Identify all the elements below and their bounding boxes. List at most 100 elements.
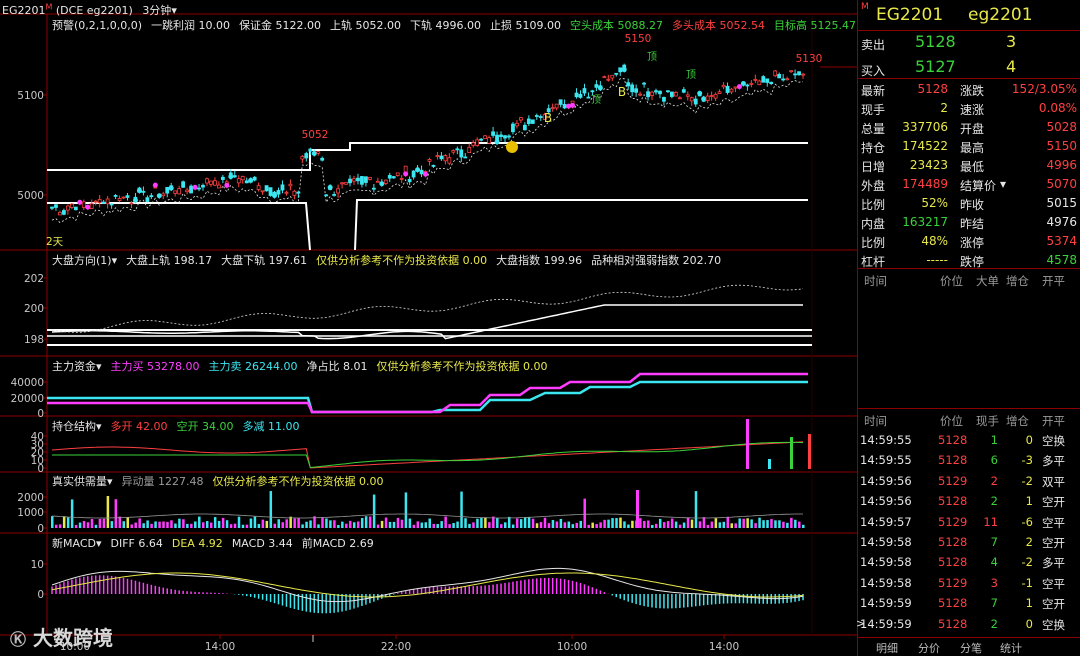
candle-body <box>391 176 396 179</box>
quote-value: 152/3.05% <box>1011 82 1077 96</box>
volume-bar <box>440 521 443 528</box>
candle-body <box>173 190 178 194</box>
volume-bar <box>261 519 265 528</box>
candle-body <box>399 177 404 180</box>
table-row[interactable]: 14:59:56 5129 2 -2 双平 <box>858 471 1080 491</box>
tick-cell: -6 <box>1021 514 1033 529</box>
candle-body <box>761 76 766 83</box>
quote-label: 总量 <box>861 122 886 136</box>
candle-body <box>781 78 786 81</box>
chart-canvas[interactable]: 5100500020220019840000200000403020100200… <box>0 0 857 656</box>
table-row[interactable]: 14:59:59 5128 2 0 空换 <box>858 614 1080 634</box>
table-row[interactable]: 14:59:56 5128 2 1 空开 <box>858 491 1080 511</box>
volume-bar <box>285 519 288 528</box>
volume-bar <box>603 519 606 528</box>
chart-area[interactable]: 5100 5000 202 200 198 40000 20000 0 40 30 20 10 0 200… <box>0 0 857 656</box>
panel3-label[interactable]: 主力资金 <box>52 360 96 373</box>
p2-y-tick: 198 <box>24 334 44 346</box>
volume-bar <box>241 524 245 528</box>
candle-body <box>356 177 360 182</box>
volume-bar <box>360 518 364 528</box>
main_panel-item: 上轨 5052.00 <box>330 19 402 32</box>
tick-cell: 0 <box>1025 616 1033 631</box>
tick-cell: 5128 <box>938 535 968 549</box>
tick-header: 现手 <box>976 414 999 428</box>
quote-label: 内盘 <box>861 217 886 231</box>
volume-bar <box>519 519 523 528</box>
tab-price[interactable]: 分价 <box>918 640 940 656</box>
tab-stats[interactable]: 统计 <box>1000 640 1022 656</box>
volume-bar <box>531 518 535 528</box>
quote-label: 持仓 <box>861 141 886 155</box>
sell-price[interactable]: 5128 <box>915 32 956 51</box>
volume-bar <box>372 494 376 528</box>
signal-dot <box>311 150 317 156</box>
main_panel-item: 止损 5109.00 <box>490 19 561 32</box>
volume-bar <box>62 516 66 528</box>
x-tick-label: 14:00 <box>709 641 739 653</box>
panel2-title: 大盘方向(1)▾ 大盘上轨 198.17 大盘下轨 197.61 仅供分析参考不作为投… <box>52 252 721 268</box>
table-row[interactable]: 14:59:58 5128 7 2 空开 <box>858 532 1080 552</box>
chevron-down-icon[interactable]: ▾ <box>96 537 102 550</box>
table-row[interactable]: 14:59:55 5128 6 -3 多平 <box>858 450 1080 470</box>
candle-body <box>201 184 205 188</box>
chevron-down-icon[interactable]: ▾ <box>112 254 118 267</box>
volume-bar <box>301 524 304 528</box>
signal-dot <box>697 90 703 96</box>
chevron-down-icon[interactable]: ▾ <box>107 475 113 488</box>
volume-bar <box>396 517 400 528</box>
candle-body <box>483 135 488 140</box>
candle-body <box>395 172 400 176</box>
candle-body <box>725 85 730 93</box>
volume-bar <box>507 516 511 528</box>
tab-detail[interactable]: 明细 <box>876 640 898 656</box>
p3-y-tick: 0 <box>37 408 44 420</box>
p5-y-tick: 1000 <box>17 507 44 519</box>
candle-body <box>308 148 313 152</box>
chevron-down-icon[interactable]: ▾ <box>171 4 177 17</box>
candle-body <box>451 150 456 153</box>
table-row[interactable]: 14:59:59 5128 7 1 空开 <box>858 593 1080 613</box>
main_panel-label[interactable]: 预警(0,2,1,0,0,0) <box>52 19 142 32</box>
volume-bar <box>400 519 404 528</box>
tick-cell: 14:59:56 <box>860 494 912 509</box>
volume-bar <box>647 520 650 528</box>
p5-y-tick: 0 <box>37 523 44 535</box>
candle-body <box>220 176 225 180</box>
candle-body <box>650 91 654 96</box>
chevron-down-icon[interactable]: ▾ <box>96 420 102 433</box>
volume-bar <box>734 523 737 528</box>
volume-bar <box>607 519 610 528</box>
volume-bar <box>555 521 559 528</box>
chevron-down-icon[interactable]: ▾ <box>96 360 102 373</box>
candle-body <box>646 91 650 98</box>
candle-body <box>407 178 412 183</box>
candle-body <box>507 135 511 138</box>
period-selector[interactable]: 3分钟 <box>142 4 171 17</box>
candle-body <box>801 73 805 76</box>
table-row[interactable]: 14:59:55 5128 1 0 空换 <box>858 430 1080 450</box>
long-open-bar <box>746 419 749 469</box>
chevron-down-icon[interactable]: ▾ <box>1000 177 1006 191</box>
smiley-icon <box>506 141 518 153</box>
table-row[interactable]: 14:59:58 5129 3 -1 空平 <box>858 573 1080 593</box>
panel2-label[interactable]: 大盘方向(1) <box>52 254 112 267</box>
tick-cell: 14:59:57 <box>860 514 912 529</box>
table-row[interactable]: 14:59:57 5129 11 -6 空平 <box>858 512 1080 532</box>
panel4-label[interactable]: 持仓结构 <box>52 420 96 433</box>
tick-cell: 5128 <box>938 555 968 570</box>
volume-bar <box>575 522 579 528</box>
panel5-label[interactable]: 真实供需量 <box>52 475 107 488</box>
table-row[interactable]: 14:59:58 5128 4 -2 多平 <box>858 552 1080 572</box>
volume-bar <box>106 496 110 528</box>
volume-bar <box>702 517 706 528</box>
candle-body <box>65 205 70 211</box>
panel6-label[interactable]: 新MACD <box>52 537 96 550</box>
tab-ticks[interactable]: 分笔 <box>960 640 982 656</box>
buy-price[interactable]: 5127 <box>915 57 956 76</box>
volume-bar <box>583 498 586 528</box>
p3-y-tick: 40000 <box>11 377 44 389</box>
volume-bar <box>198 516 201 528</box>
volume-bar <box>190 523 193 528</box>
signal-dot <box>379 181 385 187</box>
